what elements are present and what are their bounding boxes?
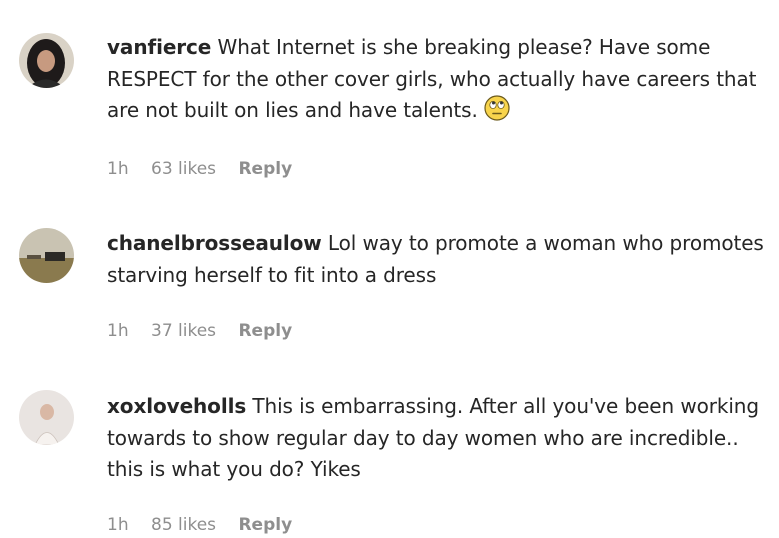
- comment-username[interactable]: chanelbrosseaulow: [107, 231, 322, 255]
- comment-text: xoxloveholls This is embarrassing. After…: [107, 391, 772, 486]
- comment-meta: 1h 85 likes Reply: [107, 515, 309, 535]
- avatar[interactable]: [19, 390, 74, 445]
- comment-time: 1h: [107, 321, 129, 341]
- reply-button[interactable]: Reply: [238, 515, 292, 535]
- comment-meta: 1h 37 likes Reply: [107, 321, 309, 341]
- avatar[interactable]: [19, 33, 74, 88]
- comment-time: 1h: [107, 159, 129, 179]
- avatar[interactable]: [19, 228, 74, 283]
- comment-meta: 1h 63 likes Reply: [107, 159, 309, 179]
- comment-time: 1h: [107, 515, 129, 535]
- comment-text: chanelbrosseaulow Lol way to promote a w…: [107, 228, 772, 291]
- comment-username[interactable]: xoxloveholls: [107, 394, 246, 418]
- reply-button[interactable]: Reply: [238, 321, 292, 341]
- reply-button[interactable]: Reply: [238, 159, 292, 179]
- comment-likes[interactable]: 37 likes: [151, 321, 216, 341]
- comment-text: vanfierce What Internet is she breaking …: [107, 32, 772, 131]
- comment-likes[interactable]: 63 likes: [151, 159, 216, 179]
- face-with-rolling-eyes-icon: [484, 95, 510, 131]
- comment-likes[interactable]: 85 likes: [151, 515, 216, 535]
- comment-username[interactable]: vanfierce: [107, 35, 211, 59]
